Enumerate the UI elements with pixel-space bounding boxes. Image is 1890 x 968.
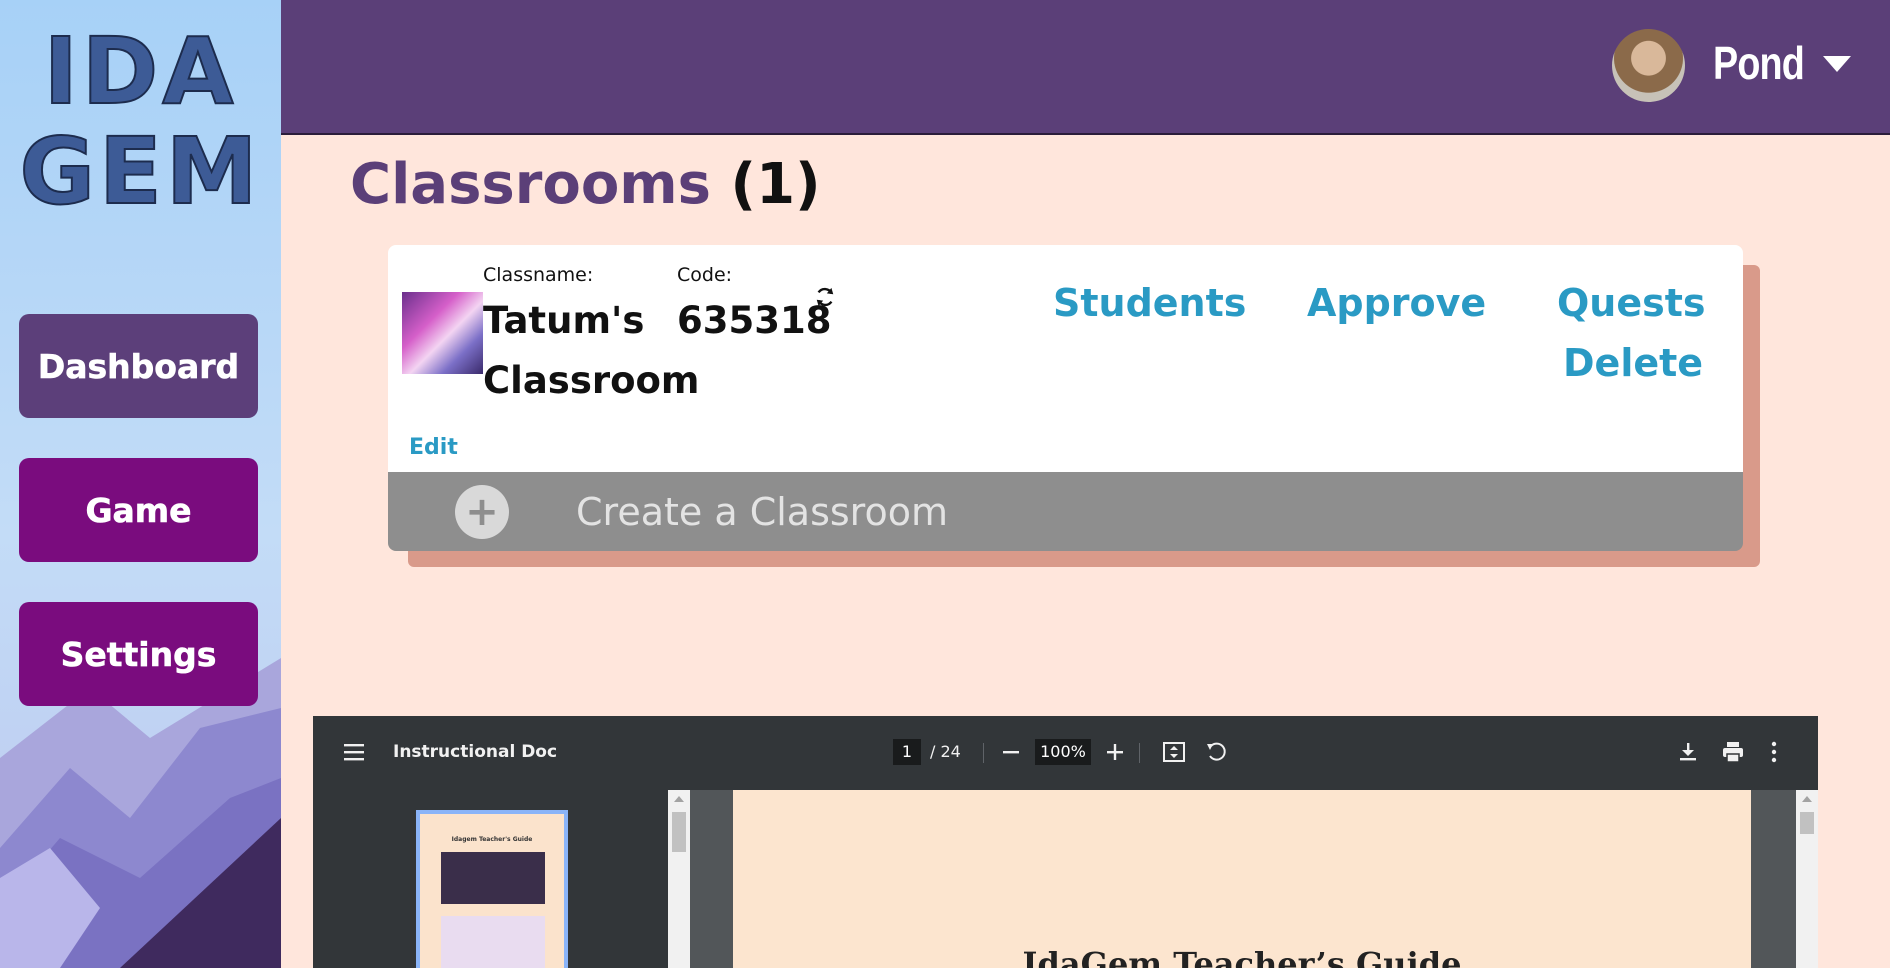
- sidebar: IDA GEM Dashboard Game Settings: [0, 0, 281, 968]
- approve-link[interactable]: Approve: [1307, 281, 1486, 325]
- create-classroom-label[interactable]: Create a Classroom: [576, 490, 948, 534]
- refresh-icon[interactable]: [814, 286, 836, 308]
- nav-game-button[interactable]: Game: [19, 458, 258, 562]
- plus-icon[interactable]: +: [455, 485, 509, 539]
- pdf-viewer: Instructional Doc 1 / 24 100% Idagem Tea…: [313, 716, 1818, 968]
- quests-link[interactable]: Quests: [1557, 281, 1706, 325]
- thumbnail-image: [441, 916, 545, 968]
- document-page: IdaGem Teacher’s Guide: [733, 790, 1751, 968]
- thumbnail-image: [441, 852, 545, 904]
- download-icon[interactable]: [1677, 741, 1699, 763]
- nav-settings-button[interactable]: Settings: [19, 602, 258, 706]
- edit-link[interactable]: Edit: [409, 435, 458, 460]
- thumbnail-title: Idagem Teacher's Guide: [451, 836, 533, 843]
- page-title-text: Classrooms: [350, 152, 711, 217]
- document-scrollbar[interactable]: [1796, 790, 1818, 968]
- page-number-input[interactable]: 1: [893, 739, 921, 765]
- code-label: Code:: [677, 264, 733, 286]
- zoom-out-icon[interactable]: [1001, 742, 1021, 762]
- classroom-thumbnail: [402, 292, 483, 374]
- more-options-icon[interactable]: [1769, 741, 1779, 763]
- pdf-title: Instructional Doc: [393, 742, 558, 762]
- page-title: Classrooms (1): [350, 152, 821, 217]
- classname-value-line1: Tatum's: [483, 299, 645, 342]
- classroom-count: (1): [730, 152, 821, 217]
- chevron-down-icon[interactable]: [1823, 56, 1851, 72]
- user-avatar[interactable]: [1612, 29, 1685, 102]
- nav-dashboard-button[interactable]: Dashboard: [19, 314, 258, 418]
- username-label[interactable]: Pond: [1713, 36, 1805, 90]
- class-code: 635318: [677, 299, 832, 342]
- zoom-input[interactable]: 100%: [1035, 739, 1091, 765]
- print-icon[interactable]: [1721, 740, 1745, 764]
- document-heading: IdaGem Teacher’s Guide: [1022, 945, 1462, 968]
- menu-icon[interactable]: [343, 742, 365, 762]
- zoom-in-icon[interactable]: [1105, 742, 1125, 762]
- thumbnail-scrollbar[interactable]: [668, 790, 690, 968]
- app-logo[interactable]: IDA GEM: [0, 21, 281, 223]
- rotate-icon[interactable]: [1204, 740, 1228, 764]
- pdf-toolbar: Instructional Doc 1 / 24 100%: [313, 716, 1818, 790]
- delete-link[interactable]: Delete: [1563, 341, 1703, 385]
- page-total: / 24: [930, 742, 961, 761]
- classname-label: Classname:: [483, 264, 594, 286]
- page-thumbnail[interactable]: Idagem Teacher's Guide: [416, 810, 568, 968]
- classname-value-line2: Classroom: [483, 359, 700, 402]
- fit-page-icon[interactable]: [1162, 741, 1186, 763]
- students-link[interactable]: Students: [1053, 281, 1246, 325]
